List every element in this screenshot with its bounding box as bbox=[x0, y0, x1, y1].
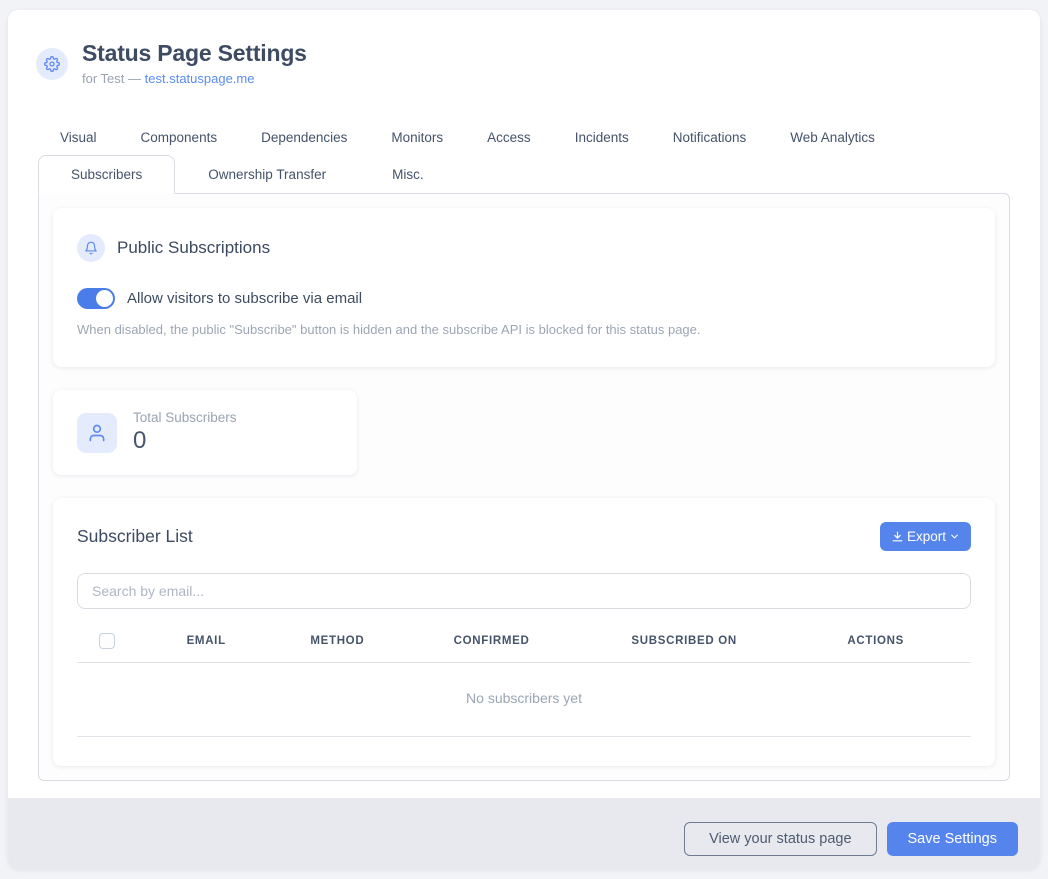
public-subscriptions-heading: Public Subscriptions bbox=[117, 238, 270, 258]
chevron-down-icon bbox=[949, 531, 960, 542]
tab-notifications[interactable]: Notifications bbox=[651, 120, 769, 155]
select-all-checkbox[interactable] bbox=[99, 633, 115, 649]
total-subscribers-card: Total Subscribers 0 bbox=[53, 390, 357, 475]
page-title: Status Page Settings bbox=[82, 40, 307, 67]
total-subscribers-label: Total Subscribers bbox=[133, 410, 237, 425]
page-subtitle: for Test — test.statuspage.me bbox=[82, 71, 307, 86]
search-input[interactable] bbox=[77, 573, 971, 609]
subscribers-tab-panel: Public Subscriptions Allow visitors to s… bbox=[38, 193, 1010, 781]
subscriber-list-card: Subscriber List Export EMAIL METHOD CONF… bbox=[53, 498, 995, 766]
header-text: Status Page Settings for Test — test.sta… bbox=[82, 40, 307, 86]
bell-icon bbox=[77, 234, 105, 262]
status-page-link[interactable]: test.statuspage.me bbox=[145, 71, 255, 86]
tab-subscribers[interactable]: Subscribers bbox=[38, 155, 175, 194]
gear-icon bbox=[36, 48, 68, 80]
tab-visual[interactable]: Visual bbox=[38, 120, 119, 155]
tab-dependencies[interactable]: Dependencies bbox=[239, 120, 369, 155]
public-subscriptions-card: Public Subscriptions Allow visitors to s… bbox=[53, 208, 995, 367]
save-settings-button[interactable]: Save Settings bbox=[887, 822, 1018, 856]
tab-ownership-transfer[interactable]: Ownership Transfer bbox=[175, 155, 359, 194]
tab-incidents[interactable]: Incidents bbox=[553, 120, 651, 155]
status-page-settings-card: Status Page Settings for Test — test.sta… bbox=[8, 10, 1040, 869]
tab-misc[interactable]: Misc. bbox=[359, 155, 457, 194]
footer-bar: View your status page Save Settings bbox=[8, 798, 1040, 869]
toggle-label: Allow visitors to subscribe via email bbox=[127, 290, 362, 307]
tab-access[interactable]: Access bbox=[465, 120, 553, 155]
table-header-row: EMAIL METHOD CONFIRMED SUBSCRIBED ON ACT… bbox=[77, 633, 971, 663]
subscriber-list-heading: Subscriber List bbox=[77, 526, 193, 547]
column-header-confirmed: CONFIRMED bbox=[395, 635, 588, 647]
stat-text: Total Subscribers 0 bbox=[133, 410, 237, 455]
tab-components[interactable]: Components bbox=[119, 120, 240, 155]
user-icon bbox=[77, 413, 117, 453]
view-status-page-button[interactable]: View your status page bbox=[684, 822, 876, 856]
export-button[interactable]: Export bbox=[880, 522, 971, 551]
page-header: Status Page Settings for Test — test.sta… bbox=[8, 10, 1040, 86]
empty-state-text: No subscribers yet bbox=[466, 690, 582, 706]
column-header-email: EMAIL bbox=[133, 635, 279, 647]
tabs-row-primary: Visual Components Dependencies Monitors … bbox=[8, 120, 1040, 155]
export-button-label: Export bbox=[907, 529, 946, 544]
subtitle-prefix: for Test — bbox=[82, 71, 141, 86]
empty-state-row: No subscribers yet bbox=[77, 663, 971, 737]
tab-web-analytics[interactable]: Web Analytics bbox=[768, 120, 897, 155]
allow-subscribe-toggle[interactable] bbox=[77, 288, 115, 309]
tab-monitors[interactable]: Monitors bbox=[369, 120, 465, 155]
tabs-row-secondary: Subscribers Ownership Transfer Misc. bbox=[8, 155, 1040, 193]
toggle-knob bbox=[96, 290, 113, 307]
public-subscriptions-header: Public Subscriptions bbox=[77, 234, 971, 262]
toggle-description: When disabled, the public "Subscribe" bu… bbox=[77, 322, 971, 337]
column-header-subscribed-on: SUBSCRIBED ON bbox=[588, 635, 781, 647]
subscriber-list-header: Subscriber List Export bbox=[77, 522, 971, 551]
subscribe-toggle-row: Allow visitors to subscribe via email bbox=[77, 288, 971, 309]
column-header-actions: ACTIONS bbox=[780, 635, 971, 647]
column-header-method: METHOD bbox=[279, 635, 395, 647]
total-subscribers-value: 0 bbox=[133, 427, 237, 455]
download-icon bbox=[891, 530, 904, 543]
